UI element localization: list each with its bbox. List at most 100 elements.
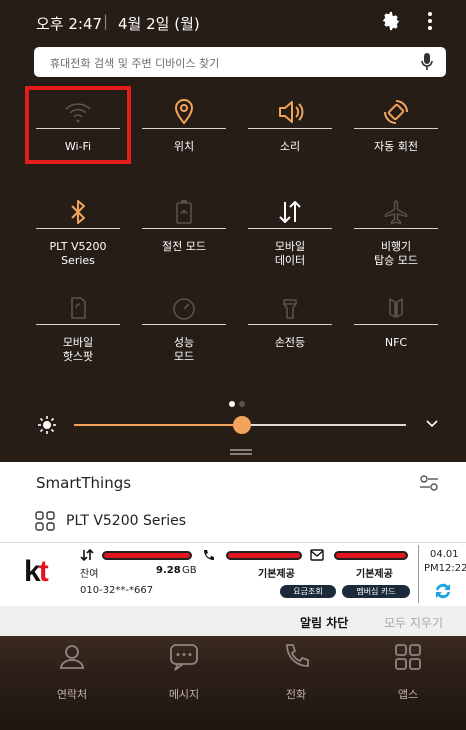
- dock-app-apps[interactable]: 앱스: [368, 640, 448, 702]
- kt-logo: kt: [24, 555, 49, 589]
- settings-toggle-icon[interactable]: [418, 472, 440, 494]
- call-icon: [204, 550, 214, 560]
- tile-auto-rotate[interactable]: 자동 회전: [346, 88, 446, 178]
- tile-divider: [354, 228, 438, 229]
- refresh-icon[interactable]: [432, 580, 454, 602]
- tile-label: NFC: [384, 336, 408, 349]
- dock-app-phone[interactable]: 전화: [256, 640, 336, 702]
- flashlight-icon: [283, 299, 297, 319]
- tile-label: 성능 모드: [173, 336, 195, 363]
- smartthings-title: SmartThings: [36, 474, 132, 492]
- block-notifications-button[interactable]: 알림 차단: [300, 614, 348, 631]
- power-saving-icon: [176, 200, 192, 224]
- status-separator: |: [103, 12, 109, 30]
- hotspot-icon: [71, 297, 86, 319]
- fee-inquiry-button[interactable]: 요금조회: [280, 585, 336, 598]
- phone-number: 010-32**-*667: [80, 585, 154, 596]
- kt-widget[interactable]: kt 잔여 9.28 GB 기본제공 기본제공 010-32**-*667 요금…: [0, 542, 466, 606]
- page-dot-active: [229, 401, 235, 407]
- kt-logo-k: k: [24, 555, 41, 588]
- nfc-icon: [389, 298, 403, 318]
- app-label: 연락처: [56, 688, 88, 701]
- messages-icon: [170, 644, 198, 671]
- brightness-slider[interactable]: [0, 410, 466, 440]
- microphone-icon[interactable]: [420, 52, 434, 72]
- tile-mobile-data[interactable]: 모바일 데이터: [240, 188, 340, 278]
- data-usage-bar: [102, 551, 192, 560]
- contacts-icon: [60, 645, 84, 669]
- call-remain: 기본제공: [258, 569, 295, 580]
- tile-sound[interactable]: 소리: [240, 88, 340, 178]
- data-unit: GB: [182, 565, 197, 576]
- tile-label: 모바일 데이터: [274, 240, 306, 267]
- dock-app-messages[interactable]: 메시지: [144, 640, 224, 702]
- sound-icon: [279, 101, 304, 123]
- tile-bluetooth[interactable]: PLT V5200 Series: [28, 188, 128, 278]
- tile-nfc[interactable]: NFC: [346, 284, 446, 374]
- message-icon: [310, 549, 324, 561]
- tile-divider: [248, 324, 332, 325]
- tile-performance[interactable]: 성능 모드: [134, 284, 234, 374]
- tile-label: 절전 모드: [162, 240, 206, 253]
- apps-icon: [395, 644, 421, 670]
- tile-divider: [354, 128, 438, 129]
- tile-divider: [142, 324, 226, 325]
- update-date: 04.01: [430, 549, 459, 560]
- more-options-icon[interactable]: [424, 10, 436, 32]
- tile-airplane[interactable]: 비행기 탑승 모드: [346, 188, 446, 278]
- call-usage-bar: [226, 551, 302, 560]
- tile-label: 자동 회전: [374, 140, 418, 153]
- page-indicator: [229, 392, 249, 411]
- performance-icon: [173, 298, 195, 320]
- tile-location[interactable]: 위치: [134, 88, 234, 178]
- tile-hotspot[interactable]: 모바일 핫스팟: [28, 284, 128, 374]
- quick-panel: 오후 2:47 | 4월 2일 (월) 휴대전화 검색 및 주변 디바이스 찾기…: [0, 0, 466, 462]
- app-label: 메시지: [168, 688, 200, 701]
- device-name[interactable]: PLT V5200 Series: [66, 513, 186, 529]
- panel-drag-handle[interactable]: [230, 449, 252, 455]
- data-amount: 9.28: [156, 565, 181, 576]
- tile-power-saving[interactable]: 절전 모드: [134, 188, 234, 278]
- mobile-data-icon: [279, 201, 301, 223]
- app-label: 앱스: [397, 688, 419, 701]
- app-label: 전화: [285, 688, 307, 701]
- tile-divider: [142, 228, 226, 229]
- widget-divider: [418, 545, 419, 603]
- clock: 오후 2:47: [36, 15, 103, 33]
- message-remain: 기본제공: [356, 569, 393, 580]
- bluetooth-icon: [71, 200, 85, 224]
- tile-label: 손전등: [274, 336, 306, 349]
- kt-logo-t: t: [38, 555, 49, 588]
- smartthings-card[interactable]: SmartThings PLT V5200 Series: [0, 462, 466, 542]
- gear-icon[interactable]: [380, 10, 402, 32]
- tile-label: 위치: [173, 140, 195, 153]
- tile-divider: [142, 128, 226, 129]
- membership-card-button[interactable]: 멤버십 카드: [342, 585, 410, 598]
- wifi-highlight-box: [25, 86, 131, 164]
- brightness-icon: [38, 416, 56, 434]
- tile-label: 비행기 탑승 모드: [374, 240, 418, 267]
- date: 4월 2일 (월): [118, 15, 200, 33]
- tile-label: 모바일 핫스팟: [62, 336, 94, 363]
- dock-app-contacts[interactable]: 연락처: [32, 640, 112, 702]
- tile-divider: [248, 128, 332, 129]
- update-time: PM12:22: [424, 563, 466, 574]
- tile-divider: [36, 228, 120, 229]
- tile-label: 소리: [279, 140, 301, 153]
- tile-flashlight[interactable]: 손전등: [240, 284, 340, 374]
- tile-divider: [248, 228, 332, 229]
- location-icon: [174, 98, 194, 125]
- device-icon: [35, 511, 55, 531]
- clear-all-button[interactable]: 모두 지우기: [384, 614, 443, 631]
- chevron-down-icon[interactable]: [425, 417, 439, 431]
- tile-divider: [36, 324, 120, 325]
- brightness-knob[interactable]: [233, 416, 251, 434]
- home-screen-dock: 연락처 메시지 전화 앱스: [0, 636, 466, 730]
- auto-rotate-icon: [384, 100, 408, 124]
- search-bar[interactable]: 휴대전화 검색 및 주변 디바이스 찾기: [34, 47, 446, 77]
- message-usage-bar: [334, 551, 408, 560]
- status-bar: 오후 2:47 | 4월 2일 (월): [0, 0, 466, 40]
- phone-icon: [286, 644, 309, 667]
- remain-label: 잔여: [80, 569, 99, 580]
- airplane-icon: [384, 200, 408, 225]
